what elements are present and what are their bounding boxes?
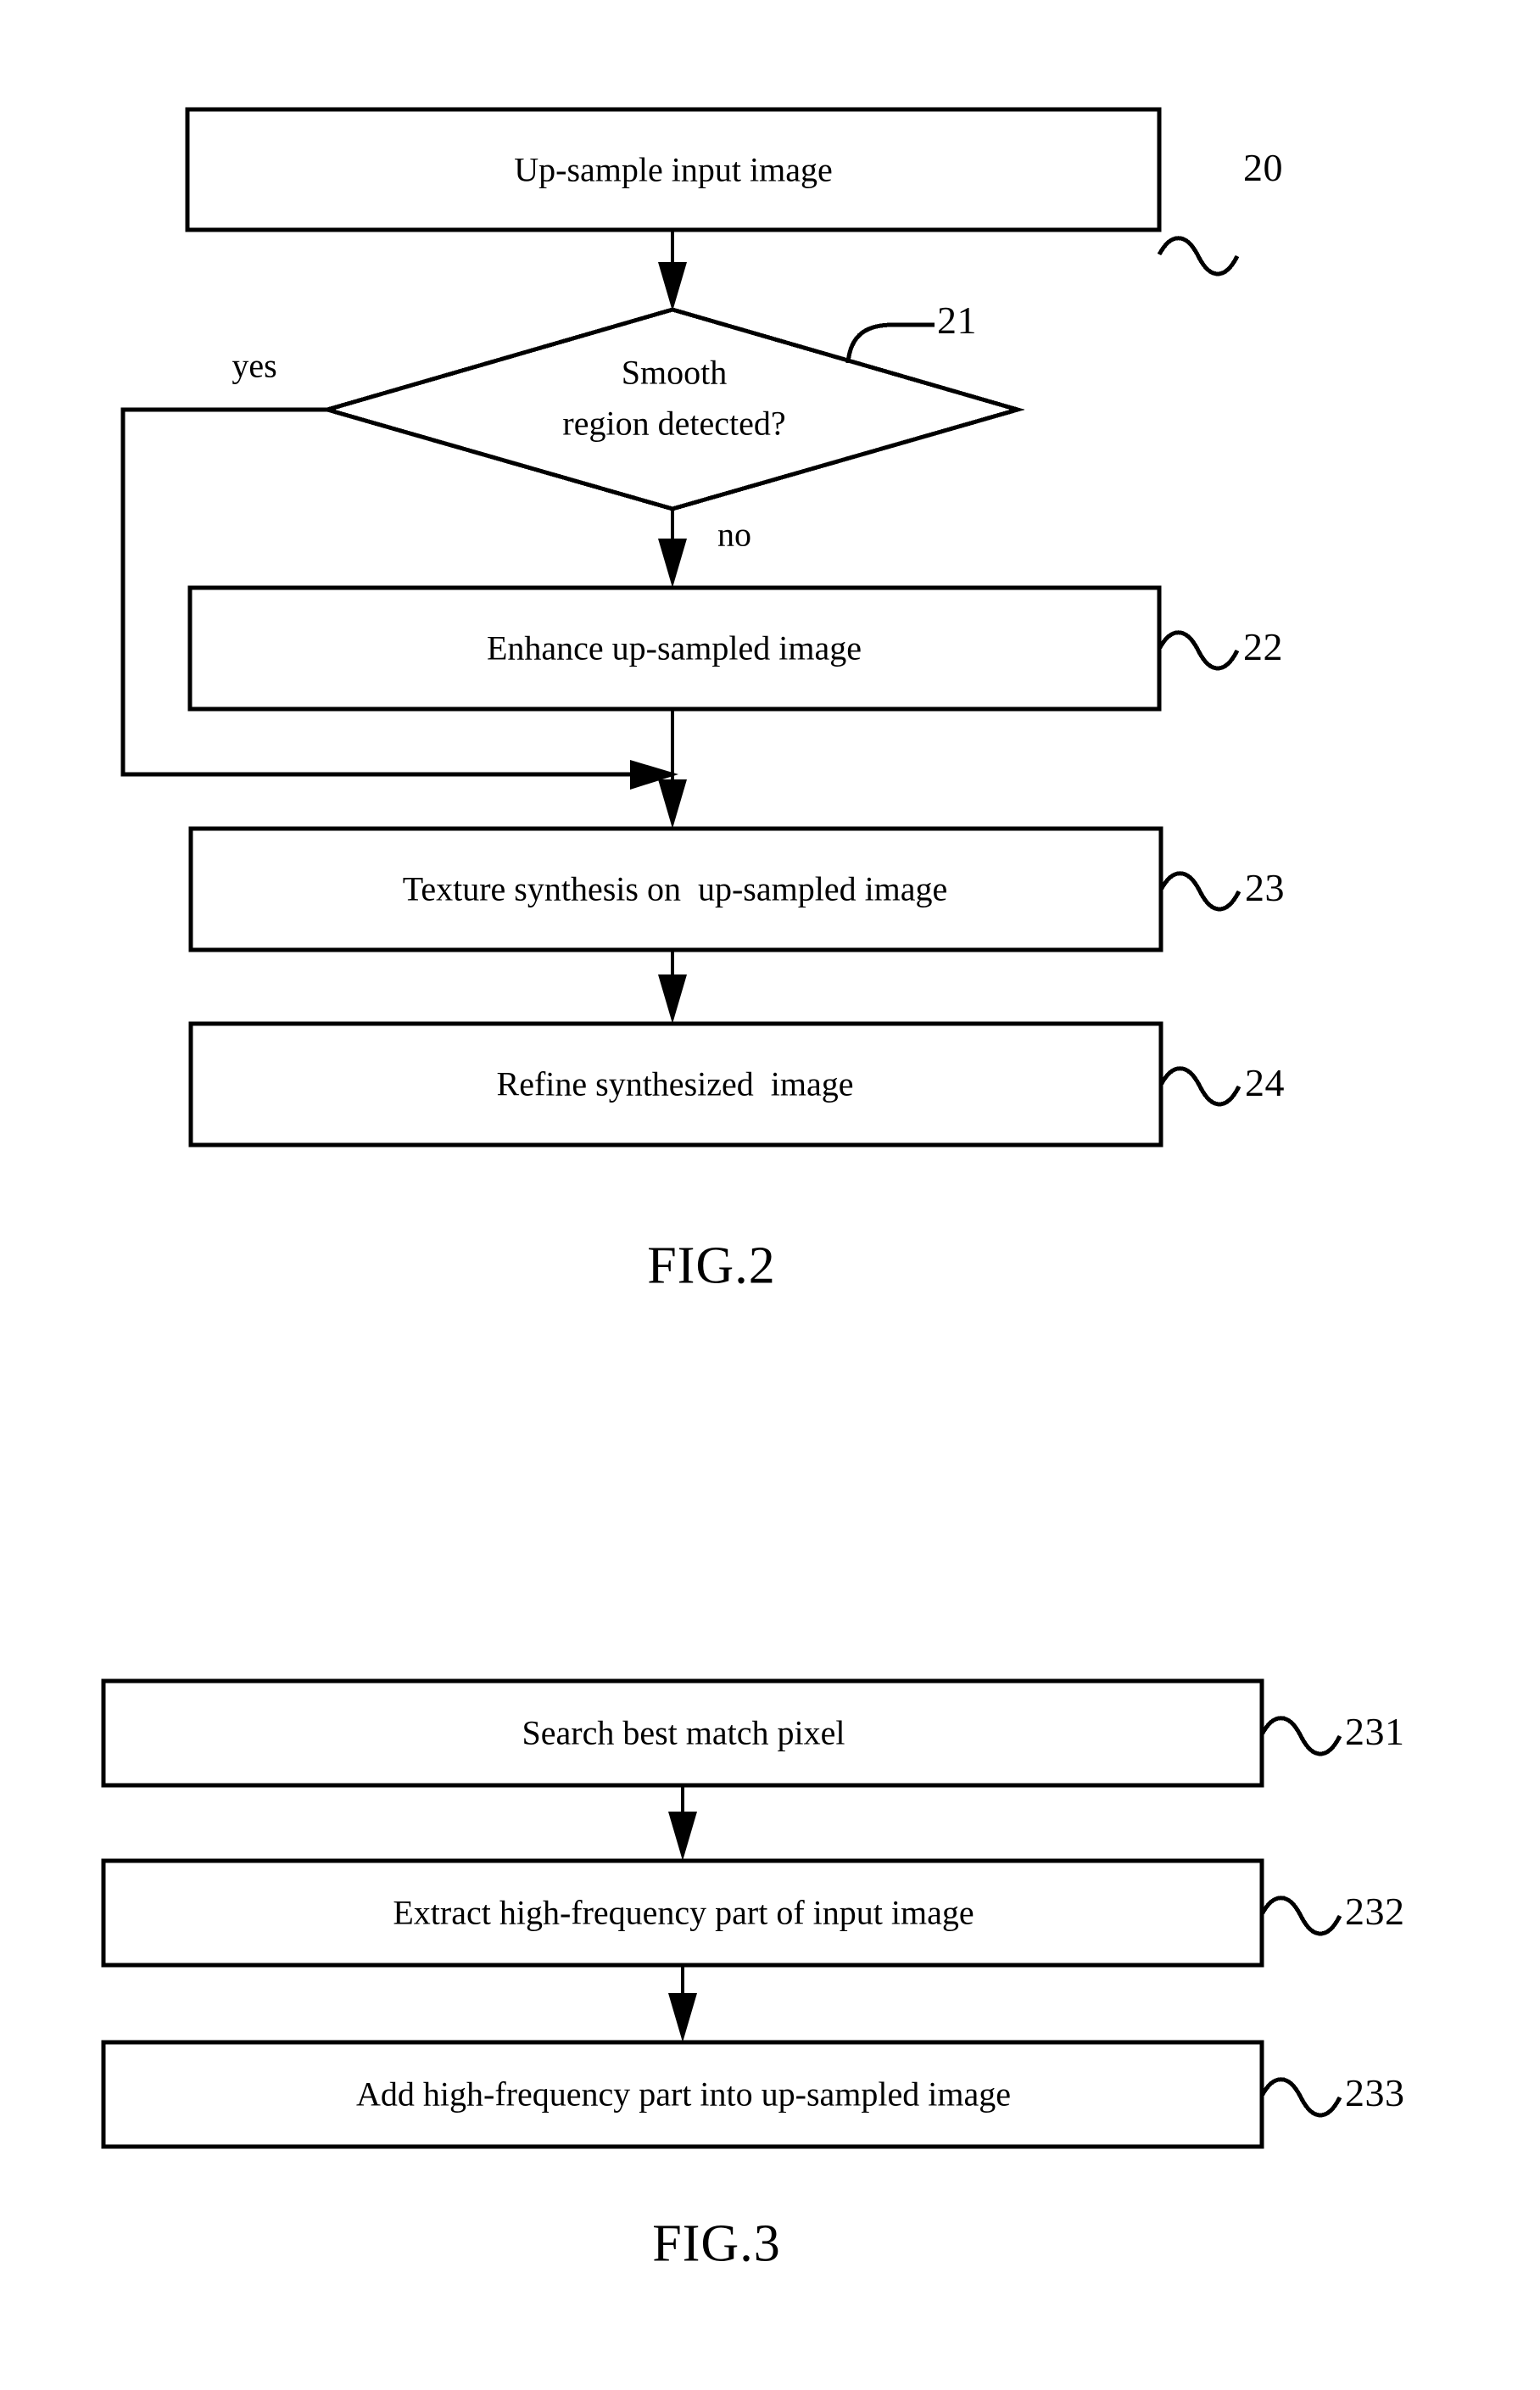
fig2-step-21-label-line2: region detected? [562,404,786,443]
fig2-leader-21 [845,322,935,364]
fig3-step-232-label: Extract high-frequency part of input ima… [393,1893,974,1932]
fig2-step-22-label: Enhance up-sampled image [486,628,862,667]
fig3-arrowhead-232-233 [668,1993,697,2042]
fig3-leader-231 [1259,1716,1342,1756]
fig2-arrowhead-20-21 [658,262,687,311]
fig2-ref-22: 22 [1243,625,1283,669]
fig2-arrowhead-21-22 [658,539,687,588]
fig3-ref-233: 233 [1345,2071,1405,2115]
fig3-step-231-label: Search best match pixel [522,1713,845,1752]
fig2-step-24-label: Refine synthesized image [496,1064,854,1103]
fig3-leader-233 [1259,2077,1342,2118]
fig2-caption: FIG.2 [647,1237,776,1295]
fig2-step-20-label: Up-sample input image [514,150,833,189]
fig2-branch-yes-path [120,407,651,777]
fig2-ref-21: 21 [937,299,977,343]
fig2-branch-yes-label: yes [232,346,277,385]
fig3-leader-232 [1259,1896,1342,1936]
fig2-leader-22 [1157,630,1240,671]
fig2-arrowhead-22-23 [658,779,687,829]
fig3-ref-232: 232 [1345,1890,1405,1934]
fig3-arrowhead-231-232 [668,1812,697,1861]
fig3-step-233-label: Add high-frequency part into up-sampled … [356,2074,1011,2114]
fig2-ref-24: 24 [1245,1061,1285,1105]
fig3-caption: FIG.3 [652,2214,781,2273]
fig2-branch-no-label: no [717,515,751,554]
fig2-leader-20 [1157,236,1240,276]
fig2-step-23-label: Texture synthesis on up-sampled image [402,869,948,908]
fig2-leader-24 [1158,1066,1241,1107]
fig2-ref-23: 23 [1245,866,1285,910]
fig2-arrowhead-23-24 [658,974,687,1024]
fig3-ref-231: 231 [1345,1710,1405,1754]
fig2-ref-20: 20 [1243,146,1283,190]
fig2-step-21-label-line1: Smooth [621,353,728,392]
fig2-leader-23 [1158,871,1241,912]
patent-drawing-sheet: Up-sample input image Smooth region dete… [0,0,1540,2390]
arrowheads [630,262,697,2042]
